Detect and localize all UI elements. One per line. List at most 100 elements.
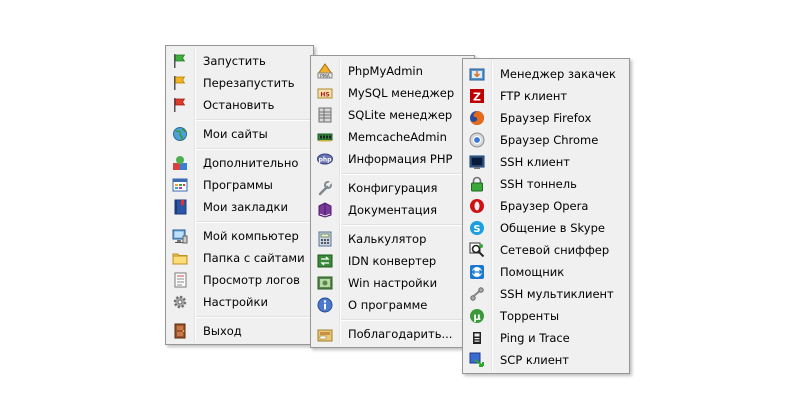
- info-icon: [317, 297, 333, 313]
- green-flag-icon: [172, 53, 188, 69]
- menu-item-bookmarks[interactable]: Мои закладки: [168, 196, 311, 218]
- menu-item-label: Общение в Skype: [500, 221, 605, 235]
- menu-item-label: Торренты: [500, 309, 560, 323]
- menu-item-label: PhpMyAdmin: [348, 64, 423, 78]
- menu-separator: [196, 316, 310, 318]
- php-icon: php: [317, 151, 333, 167]
- svg-text:µ: µ: [473, 312, 481, 323]
- submenu-item-network-sniffer[interactable]: Сетевой сниффер: [465, 239, 627, 261]
- submenu-item-opera[interactable]: Браузер Opera: [465, 195, 627, 217]
- submenu-item-sqlite-manager[interactable]: SQLite менеджер: [313, 104, 472, 126]
- menu-item-stop[interactable]: Остановить: [168, 94, 311, 116]
- exit-door-icon: [172, 323, 188, 339]
- menu-separator: [341, 173, 471, 175]
- menu-item-label: О программе: [348, 298, 428, 312]
- menu-item-label: MySQL менеджер: [348, 86, 455, 100]
- additional-submenu: PMA PhpMyAdmin HS MySQL менеджер SQLite …: [310, 55, 475, 348]
- computer-icon: [172, 228, 188, 244]
- submenu-item-mysql-manager[interactable]: HS MySQL менеджер: [313, 82, 472, 104]
- submenu-item-about[interactable]: О программе: [313, 294, 472, 316]
- menu-item-label: Помощник: [500, 265, 565, 279]
- main-context-menu: Запустить Перезапустить Остановить Мои с…: [165, 45, 314, 345]
- submenu-item-ssh-multiclient[interactable]: SSH мультиклиент: [465, 283, 627, 305]
- wrench-icon: [317, 180, 333, 196]
- menu-item-label: Перезапустить: [203, 76, 295, 90]
- submenu-item-chrome[interactable]: Браузер Chrome: [465, 129, 627, 151]
- menu-item-additional[interactable]: Дополнительно: [168, 152, 311, 174]
- submenu-item-configuration[interactable]: Конфигурация: [313, 177, 472, 199]
- submenu-item-php-info[interactable]: php Информация PHP: [313, 148, 472, 170]
- submenu-item-torrents[interactable]: µ Торренты: [465, 305, 627, 327]
- svg-text:PMA: PMA: [320, 73, 331, 79]
- menu-separator: [196, 119, 310, 121]
- submenu-item-assistant[interactable]: Помощник: [465, 261, 627, 283]
- teamviewer-icon: [469, 264, 485, 280]
- red-flag-icon: [172, 97, 188, 113]
- submenu-item-documentation[interactable]: Документация: [313, 199, 472, 221]
- menu-separator: [196, 221, 310, 223]
- menu-item-label: Программы: [203, 178, 273, 192]
- menu-item-exit[interactable]: Выход: [168, 320, 311, 342]
- menu-item-label: IDN конвертер: [348, 254, 437, 268]
- bookmark-book-icon: [172, 199, 188, 215]
- win-settings-icon: [317, 275, 333, 291]
- menu-separator: [196, 148, 310, 150]
- submenu-item-donate[interactable]: Поблагодарить...: [313, 323, 472, 345]
- submenu-item-ftp-client[interactable]: Z FTP клиент: [465, 85, 627, 107]
- ssh-terminal-icon: [469, 154, 485, 170]
- menu-item-sites-folder[interactable]: Папка с сайтами: [168, 247, 311, 269]
- menu-item-label: Документация: [348, 203, 438, 217]
- menu-item-label: Браузер Opera: [500, 199, 589, 213]
- menu-item-view-logs[interactable]: Просмотр логов: [168, 269, 311, 291]
- submenu-item-ping-trace[interactable]: Ping и Trace: [465, 327, 627, 349]
- submenu-item-ssh-tunnel[interactable]: SSH тоннель: [465, 173, 627, 195]
- menu-item-settings[interactable]: Настройки: [168, 291, 311, 313]
- menu-item-label: SCP клиент: [500, 353, 569, 367]
- padlock-icon: [469, 176, 485, 192]
- phpmyadmin-icon: PMA: [317, 63, 333, 79]
- idn-converter-icon: [317, 253, 333, 269]
- skype-icon: S: [469, 220, 485, 236]
- submenu-item-memcacheadmin[interactable]: MemcacheAdmin: [313, 126, 472, 148]
- menu-item-label: MemcacheAdmin: [348, 130, 447, 144]
- yellow-flag-icon: [172, 75, 188, 91]
- submenu-item-skype[interactable]: S Общение в Skype: [465, 217, 627, 239]
- submenu-item-phpmyadmin[interactable]: PMA PhpMyAdmin: [313, 60, 472, 82]
- submenu-item-win-settings[interactable]: Win настройки: [313, 272, 472, 294]
- menu-item-label: Поблагодарить...: [348, 327, 453, 341]
- gear-icon: [172, 294, 188, 310]
- menu-separator: [341, 319, 471, 321]
- svg-text:S: S: [473, 224, 480, 235]
- sqlite-manager-icon: [317, 107, 333, 123]
- submenu-item-calculator[interactable]: Калькулятор: [313, 228, 472, 250]
- globe-icon: [172, 126, 188, 142]
- sniffer-icon: [469, 242, 485, 258]
- opera-icon: [469, 198, 485, 214]
- shapes-icon: [172, 155, 188, 171]
- menu-item-label: Ping и Trace: [500, 331, 570, 345]
- calculator-icon: [317, 231, 333, 247]
- submenu-item-download-manager[interactable]: Менеджер закачек: [465, 63, 627, 85]
- menu-item-label: Менеджер закачек: [500, 67, 616, 81]
- menu-item-label: Калькулятор: [348, 232, 427, 246]
- download-manager-icon: [469, 66, 485, 82]
- submenu-item-ssh-client[interactable]: SSH клиент: [465, 151, 627, 173]
- log-notepad-icon: [172, 272, 188, 288]
- menu-item-label: Дополнительно: [203, 156, 299, 170]
- submenu-item-idn-converter[interactable]: IDN конвертер: [313, 250, 472, 272]
- firefox-icon: [469, 110, 485, 126]
- programs-submenu: Менеджер закачек Z FTP клиент Браузер Fi…: [462, 58, 630, 374]
- submenu-item-firefox[interactable]: Браузер Firefox: [465, 107, 627, 129]
- submenu-item-scp-client[interactable]: SCP клиент: [465, 349, 627, 371]
- chrome-icon: [469, 132, 485, 148]
- menu-item-my-sites[interactable]: Мои сайты: [168, 123, 311, 145]
- svg-text:Z: Z: [473, 91, 481, 104]
- menu-item-my-computer[interactable]: Мой компьютер: [168, 225, 311, 247]
- menu-item-label: Выход: [203, 324, 242, 338]
- menu-item-start[interactable]: Запустить: [168, 50, 311, 72]
- menu-item-label: Браузер Firefox: [500, 111, 592, 125]
- menu-item-label: SSH мультиклиент: [500, 287, 614, 301]
- menu-item-restart[interactable]: Перезапустить: [168, 72, 311, 94]
- svg-text:HS: HS: [320, 92, 329, 99]
- menu-item-programs[interactable]: Программы: [168, 174, 311, 196]
